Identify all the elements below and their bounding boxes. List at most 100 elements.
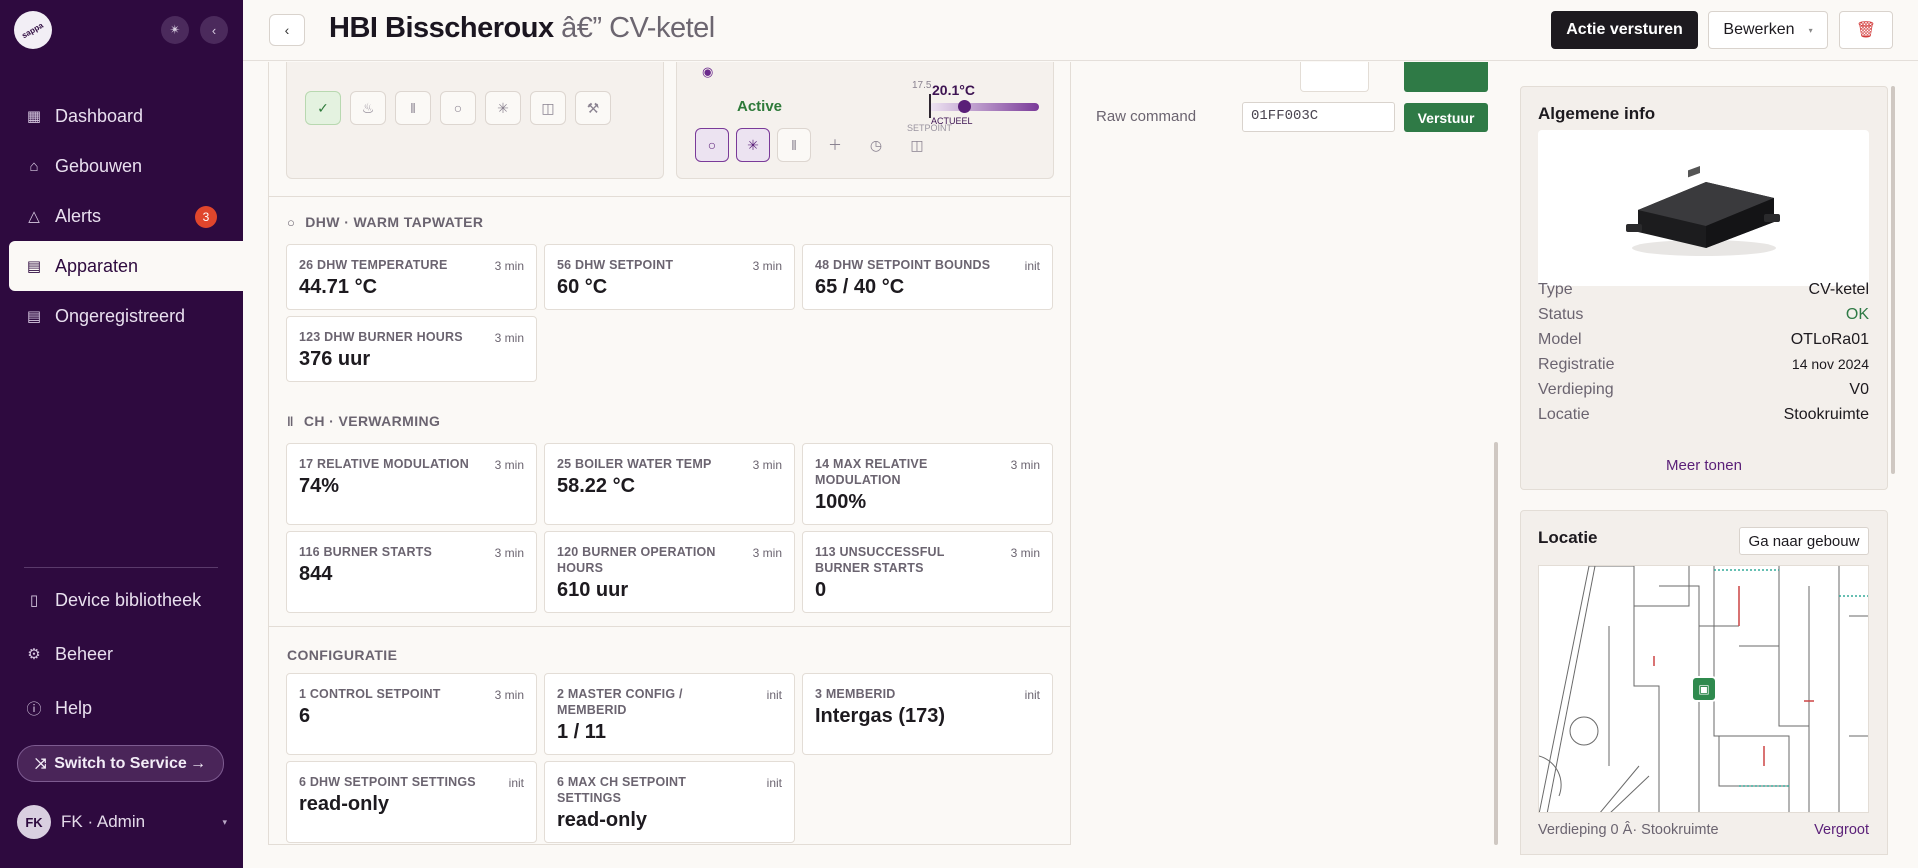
metric-label: 17 RELATIVE MODULATION — [299, 457, 469, 471]
metric-tile: 6 DHW SETPOINT SETTINGS init read-only — [286, 761, 537, 843]
nav-item-device-bibliotheek[interactable]: ▯ Device bibliotheek — [9, 573, 243, 627]
info-scrollbar[interactable] — [1891, 86, 1895, 474]
actie-versturen-button[interactable]: Actie versturen — [1551, 11, 1698, 49]
info-row-model: Model OTLoRa01 — [1538, 331, 1869, 349]
nav-item-ongeregistreerd[interactable]: ▤ Ongeregistreerd — [9, 291, 243, 341]
chevron-left-icon: ‹ — [284, 22, 290, 38]
droplet-icon[interactable]: ○ — [440, 91, 476, 125]
metric-tile: 48 DHW SETPOINT BOUNDS init 65 / 40 °C — [802, 244, 1053, 310]
shuffle-icon: ⤨ — [35, 755, 47, 771]
home-icon: ⌂ — [29, 157, 39, 175]
snowflake-icon[interactable]: ✳ — [485, 91, 521, 125]
section-title: DHW · WARM TAPWATER — [305, 214, 484, 230]
back-button[interactable]: ‹ — [269, 14, 305, 46]
slider-thumb[interactable] — [958, 100, 971, 113]
dhw-section-header: ○ DHW · WARM TAPWATER — [287, 214, 483, 230]
user-name: FK · Admin — [61, 812, 146, 831]
secondary-nav: ▯ Device bibliotheek ⚙ Beheer ⓘ Help — [9, 573, 243, 735]
metric-age: 3 min — [1010, 458, 1040, 472]
nav-item-dashboard[interactable]: ▦ Dashboard — [9, 91, 243, 141]
setpoint-temp: 17.5 — [912, 80, 932, 91]
pin-icon[interactable]: ✴ — [161, 16, 189, 44]
metric-label: 26 DHW TEMPERATURE — [299, 258, 448, 272]
device-list-icon: ▤ — [26, 258, 42, 275]
metric-value: 100% — [815, 491, 867, 513]
radiator-icon: ‖ — [287, 413, 294, 429]
mode-toggle-group: ✓ ♨ ‖ ○ ✳ ◫ ⚒ — [305, 91, 611, 125]
user-menu[interactable]: FK FK · Admin ▾ — [17, 804, 227, 840]
config-section: CONFIGURATIE 1 CONTROL SETPOINT 3 min 6 … — [269, 626, 1070, 844]
device-detail-panel: ✓ ♨ ‖ ○ ✳ ◫ ⚒ ◉ Active 17.5 20.1°C SETPO… — [268, 62, 1071, 845]
metric-value: 6 — [299, 705, 311, 727]
columns-icon[interactable]: ◫ — [530, 91, 566, 125]
trash-icon: 🗑︎ — [1855, 22, 1877, 39]
collapse-sidebar-icon[interactable]: ‹ — [200, 16, 228, 44]
info-value: Stookruimte — [1783, 406, 1869, 423]
metric-tile: 26 DHW TEMPERATURE 3 min 44.71 °C — [286, 244, 537, 310]
metric-value: Intergas (173) — [815, 705, 946, 727]
chevron-down-icon: ▾ — [222, 816, 227, 827]
nav-item-help[interactable]: ⓘ Help — [9, 681, 243, 735]
device-image — [1538, 130, 1869, 286]
device-location-marker[interactable]: ▣ — [1691, 676, 1717, 702]
bewerken-button[interactable]: Bewerken ▾ — [1708, 11, 1828, 49]
radiator-icon[interactable]: ‖ — [395, 91, 431, 125]
info-key: Locatie — [1538, 406, 1590, 423]
info-value: CV-ketel — [1808, 281, 1869, 298]
raw-command-input[interactable]: 01FF003C — [1242, 102, 1395, 132]
metric-tile: 17 RELATIVE MODULATION 3 min 74% — [286, 443, 537, 525]
section-title: CH · VERWARMING — [303, 413, 441, 429]
ga-naar-gebouw-button[interactable]: Ga naar gebouw — [1739, 527, 1869, 555]
radiator-icon[interactable]: ‖ — [777, 128, 811, 162]
nav-item-apparaten[interactable]: ▤ Apparaten — [9, 241, 243, 291]
nav-label: Help — [55, 697, 93, 718]
nav-item-beheer[interactable]: ⚙ Beheer — [9, 627, 243, 681]
metric-age: 3 min — [494, 458, 524, 472]
plus-icon[interactable]: ＋ — [818, 128, 852, 162]
app-logo[interactable]: sappa — [14, 11, 52, 49]
metric-tile: 56 DHW SETPOINT 3 min 60 °C — [544, 244, 795, 310]
switch-to-service-button[interactable]: ⤨ Switch to Service → — [17, 745, 224, 782]
sidebar-divider — [24, 567, 218, 568]
page-header: ‹ HBI Bisscheroux â€” CV-ketel Actie ver… — [243, 0, 1918, 61]
grid-icon: ▦ — [26, 108, 42, 125]
delete-button[interactable]: 🗑︎ — [1839, 11, 1893, 49]
nav-label: Alerts — [55, 205, 102, 226]
info-row-status: Status OK — [1538, 306, 1869, 324]
metric-age: 3 min — [494, 546, 524, 560]
command-input-partial[interactable] — [1300, 62, 1369, 92]
metric-value: 65 / 40 °C — [815, 276, 905, 298]
droplet-icon[interactable]: ○ — [695, 128, 729, 162]
metric-age: 3 min — [752, 458, 782, 472]
clock-icon[interactable]: ◷ — [859, 128, 893, 162]
verstuur-button[interactable]: Verstuur — [1404, 103, 1488, 132]
metric-label: 113 UNSUCCESSFUL BURNER STARTS — [815, 545, 945, 575]
nav-label: Beheer — [55, 643, 114, 664]
flame-icon[interactable]: ♨ — [350, 91, 386, 125]
send-button-partial[interactable] — [1404, 62, 1488, 92]
metric-label: 116 BURNER STARTS — [299, 545, 433, 559]
metric-age: 3 min — [494, 331, 524, 345]
main-nav: ▦ Dashboard ⌂ Gebouwen △ Alerts 3 ▤ Appa… — [9, 91, 243, 341]
info-key: Model — [1538, 331, 1582, 348]
section-title: CONFIGURATIE — [287, 647, 398, 663]
metric-age: init — [508, 776, 524, 790]
setpoint-marker — [929, 94, 931, 118]
floor-plan-map[interactable]: ▣ — [1538, 565, 1869, 813]
nav-item-alerts[interactable]: △ Alerts 3 — [9, 191, 243, 241]
nav-item-gebouwen[interactable]: ⌂ Gebouwen — [9, 141, 243, 191]
metric-label: 123 DHW BURNER HOURS — [299, 330, 463, 344]
temperature-slider[interactable] — [929, 103, 1039, 111]
metric-tile: 25 BOILER WATER TEMP 3 min 58.22 °C — [544, 443, 795, 525]
metric-tile: 2 MASTER CONFIG / MEMBERID init 1 / 11 — [544, 673, 795, 755]
columns-icon[interactable]: ◫ — [900, 128, 934, 162]
check-icon[interactable]: ✓ — [305, 91, 341, 125]
meer-tonen-link[interactable]: Meer tonen — [1521, 457, 1887, 474]
metric-value: 74% — [299, 475, 340, 497]
scrollbar[interactable] — [1494, 442, 1498, 845]
metric-value: 60 °C — [557, 276, 608, 298]
snowflake-icon[interactable]: ✳ — [736, 128, 770, 162]
metric-label: 25 BOILER WATER TEMP — [557, 457, 712, 471]
wrench-icon[interactable]: ⚒ — [575, 91, 611, 125]
vergroot-link[interactable]: Vergroot — [1814, 822, 1869, 838]
